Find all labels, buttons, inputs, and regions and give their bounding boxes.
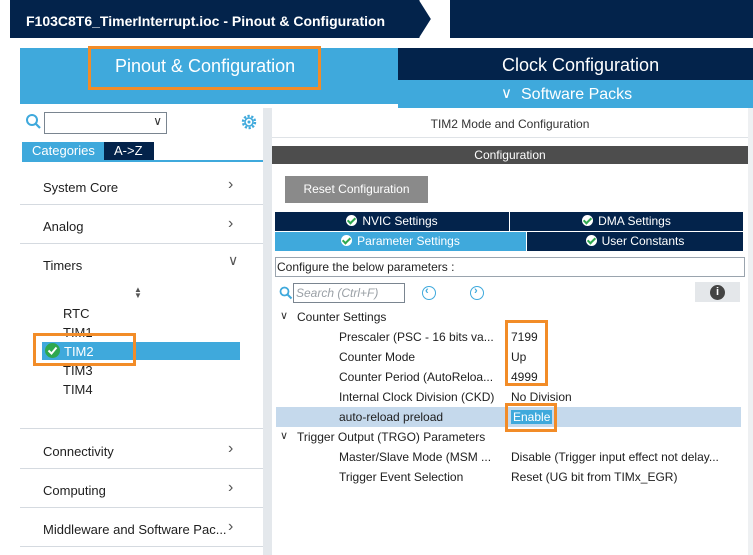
divider (20, 468, 263, 469)
chevron-down-icon: ∨ (501, 85, 512, 102)
tab-categories-label: Categories (32, 143, 95, 158)
chevron-down-icon: ∨ (280, 430, 289, 442)
tab-params-label: Parameter Settings (357, 234, 460, 248)
tab-user-constants[interactable]: User Constants (527, 232, 743, 251)
panel-divider[interactable] (263, 108, 272, 555)
category-label: Analog (43, 219, 84, 234)
param-name: auto-reload preload (339, 410, 444, 424)
divider (20, 243, 263, 244)
param-value[interactable]: No Division (511, 390, 572, 404)
configure-instructions: Configure the below parameters : (275, 257, 745, 277)
check-icon (346, 215, 358, 226)
tab-a-z-label: A->Z (114, 143, 143, 158)
category-analog[interactable]: Analog › (20, 211, 263, 241)
search-icon (26, 114, 41, 129)
chevron-right-icon: › (228, 518, 234, 535)
param-name: Internal Clock Division (CKD) (339, 390, 495, 404)
category-system-core[interactable]: System Core › (20, 172, 263, 202)
group-label: Counter Settings (297, 310, 387, 324)
configuration-header: Configuration (272, 146, 748, 164)
divider (20, 204, 263, 205)
tab-underline (22, 160, 263, 162)
chevron-down-icon: ∨ (228, 252, 239, 268)
category-computing[interactable]: Computing › (20, 475, 263, 505)
category-search-input[interactable]: ∨ (44, 112, 167, 134)
param-name: Counter Mode (339, 350, 416, 364)
tab-a-z[interactable]: A->Z (104, 142, 154, 160)
category-label: Middleware and Software Pac... (43, 522, 227, 537)
param-name: Prescaler (PSC - 16 bits va... (339, 330, 494, 344)
param-name: Trigger Event Selection (339, 470, 464, 484)
title-bar: F103C8T6_TimerInterrupt.ioc - Pinout & C… (10, 0, 753, 38)
parameter-search-input[interactable]: Search (Ctrl+F) (293, 283, 405, 303)
chevron-down-icon: ∨ (280, 310, 289, 322)
search-previous-button[interactable]: ‹ (422, 285, 436, 300)
tab-clock-configuration[interactable]: Clock Configuration (398, 48, 753, 80)
divider (20, 507, 263, 508)
tab-nvic-label: NVIC Settings (362, 214, 438, 228)
param-row-master-slave-mode[interactable]: Master/Slave Mode (MSM ... Disable (Trig… (276, 447, 741, 467)
param-value[interactable]: Reset (UG bit from TIMx_EGR) (511, 470, 677, 484)
chevron-left-icon: ‹ (425, 285, 429, 297)
info-button[interactable]: i (695, 282, 740, 302)
category-timers[interactable]: Timers ∨ (20, 250, 263, 280)
highlight-box-values (505, 320, 548, 386)
chevron-right-icon: › (228, 479, 234, 496)
category-middleware[interactable]: Middleware and Software Pac... › (20, 514, 263, 544)
check-icon (585, 235, 597, 246)
sort-arrows-icon[interactable]: ▲ ▼ (134, 286, 142, 300)
divider (20, 428, 263, 429)
software-packs-menu[interactable]: ∨ Software Packs (398, 80, 753, 108)
mode-and-configuration-title: TIM2 Mode and Configuration (272, 110, 748, 138)
category-label: Timers (43, 258, 83, 273)
param-value[interactable]: Disable (Trigger input effect not delay.… (511, 450, 719, 464)
param-name: Counter Period (AutoReloa... (339, 370, 494, 384)
search-next-button[interactable]: › (470, 285, 484, 300)
breadcrumb-chevron-icon (410, 0, 450, 38)
divider (20, 546, 263, 547)
category-connectivity[interactable]: Connectivity › (20, 436, 263, 466)
chevron-right-icon: › (228, 176, 234, 193)
tab-parameter-settings[interactable]: Parameter Settings (275, 232, 526, 251)
chevron-right-icon: › (228, 215, 234, 232)
search-icon (279, 286, 293, 300)
check-icon (582, 215, 594, 226)
chevron-down-icon[interactable]: ∨ (153, 114, 162, 128)
check-icon (341, 235, 353, 246)
chevron-right-icon: › (474, 285, 478, 297)
param-row-trigger-event[interactable]: Trigger Event Selection Reset (UG bit fr… (276, 467, 741, 487)
timer-item-rtc[interactable]: RTC (63, 306, 89, 321)
category-label: Connectivity (43, 444, 114, 459)
category-label: System Core (43, 180, 119, 195)
group-label: Trigger Output (TRGO) Parameters (297, 430, 486, 444)
highlight-box-tim2 (33, 333, 136, 366)
timer-item-tim4[interactable]: TIM4 (63, 382, 93, 397)
reset-configuration-button[interactable]: Reset Configuration (285, 176, 428, 203)
scrollbar[interactable] (748, 108, 753, 555)
timer-item-tim3[interactable]: TIM3 (63, 363, 93, 378)
tab-dma-label: DMA Settings (598, 214, 671, 228)
tab-clock-label: Clock Configuration (502, 55, 660, 75)
tab-nvic-settings[interactable]: NVIC Settings (275, 212, 509, 231)
gear-icon[interactable] (240, 113, 258, 131)
chevron-right-icon: › (228, 440, 234, 457)
tab-user-constants-label: User Constants (601, 234, 685, 248)
category-label: Computing (43, 483, 106, 498)
info-icon: i (710, 285, 725, 300)
tab-categories[interactable]: Categories (22, 142, 104, 160)
tab-dma-settings[interactable]: DMA Settings (510, 212, 743, 231)
software-packs-label: Software Packs (521, 86, 633, 103)
highlight-box-enable (505, 403, 557, 432)
highlight-box-pinout (88, 46, 321, 90)
param-name: Master/Slave Mode (MSM ... (339, 450, 492, 464)
window-title: F103C8T6_TimerInterrupt.ioc - Pinout & C… (26, 13, 386, 29)
